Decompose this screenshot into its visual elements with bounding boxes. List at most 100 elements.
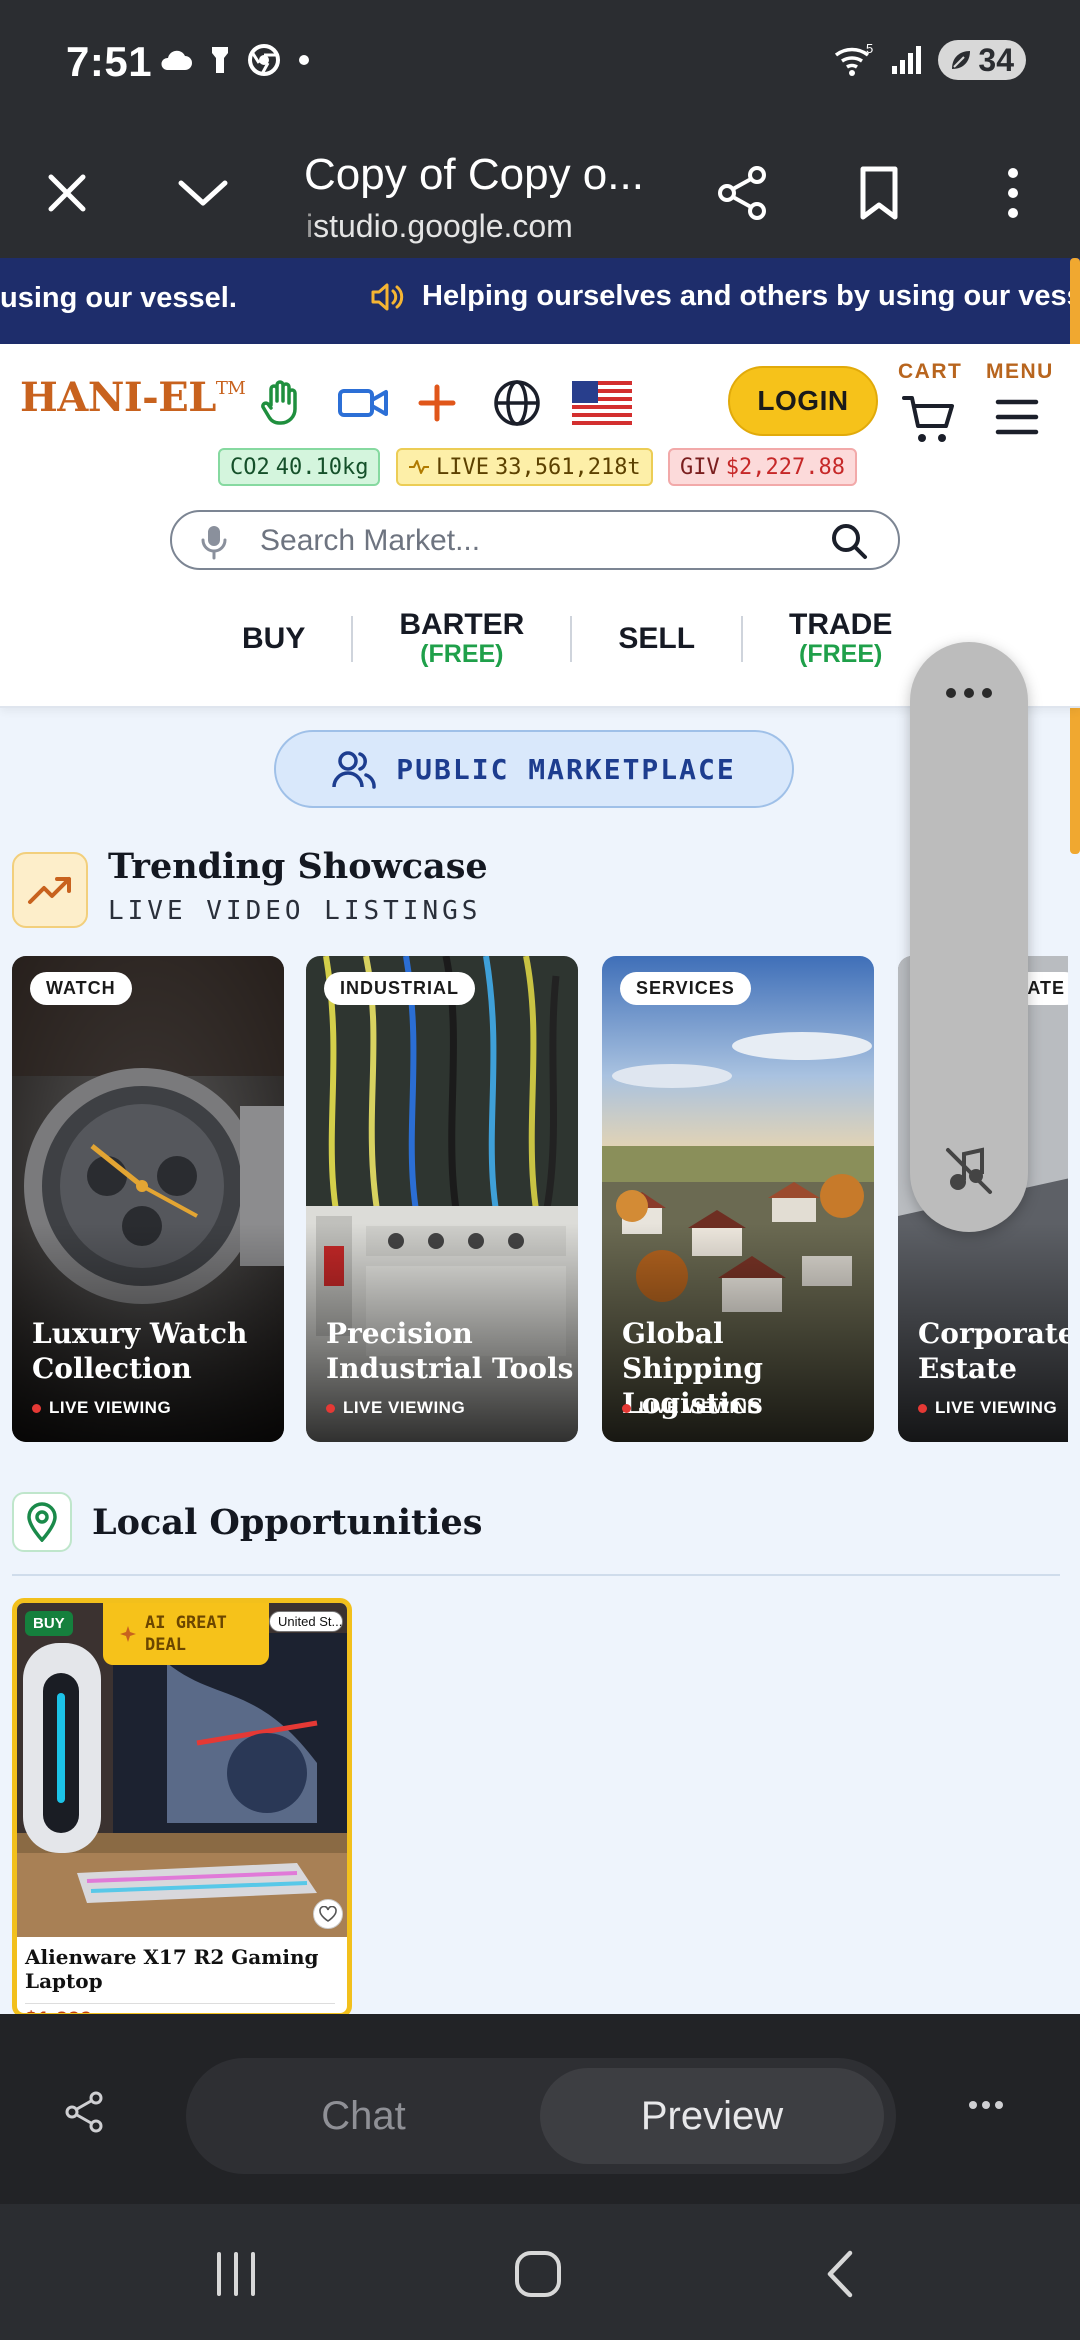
tab-buy[interactable]: BUY [196, 624, 351, 654]
chat-tab[interactable]: Chat [186, 2058, 541, 2174]
battery-saver-icon [952, 51, 971, 69]
back-icon [827, 2250, 853, 2298]
public-marketplace-label: PUBLIC MARKETPLACE [396, 752, 736, 786]
tab-free-note: (FREE) [420, 640, 504, 668]
chrome-icon [248, 44, 280, 76]
login-button[interactable]: LOGIN [728, 366, 878, 436]
more-horiz-icon[interactable] [944, 686, 994, 700]
showcase-card[interactable]: INDUSTRIAL Precision Industrial Tools LI… [306, 956, 578, 1442]
search-bar [170, 510, 900, 570]
view-toggle: Chat Preview [186, 2058, 896, 2174]
brand-logo[interactable]: HANI-ELTM [20, 374, 246, 421]
preview-tab[interactable]: Preview [540, 2068, 884, 2164]
search-icon[interactable] [830, 522, 868, 560]
minimize-button[interactable] [160, 150, 246, 236]
showcase-card[interactable]: WATCH Luxury Watch Collection LIVE VIEWI… [12, 956, 284, 1442]
hamburger-icon [995, 399, 1039, 435]
close-tab-button[interactable] [24, 150, 110, 236]
search-input[interactable] [260, 522, 780, 560]
logo-text: HANI-EL [20, 374, 216, 421]
card-live-text: LIVE VIEWING [49, 1398, 172, 1417]
more-horiz-icon[interactable] [968, 2100, 1004, 2110]
speaker-icon [371, 283, 404, 310]
live-value: 33,561,218t [494, 454, 641, 480]
back-button[interactable] [810, 2244, 870, 2304]
overflow-menu-button[interactable] [970, 150, 1056, 236]
live-dot-icon [918, 1403, 927, 1413]
cart-label: CART [898, 360, 963, 383]
home-button[interactable] [508, 2244, 568, 2304]
favorite-button[interactable] [313, 1899, 343, 1929]
video-button[interactable] [334, 374, 392, 432]
music-off-icon[interactable] [944, 1146, 994, 1196]
card-live-status: LIVE VIEWING [326, 1398, 465, 1418]
tab-label: BUY [242, 622, 306, 655]
local-title: Local Opportunities [92, 1502, 483, 1543]
notification-dot-icon [299, 55, 309, 65]
giv-value: $2,227.88 [725, 454, 845, 480]
video-camera-icon [338, 389, 388, 417]
showcase-card[interactable]: SERVICES Global Shipping Logistics LIVE … [602, 956, 874, 1442]
card-title: Precision Industrial Tools [326, 1317, 574, 1385]
public-marketplace-button[interactable]: PUBLIC MARKETPLACE [274, 730, 794, 808]
browser-toolbar: Copy of Copy o... istudio.google.com [0, 128, 1080, 258]
live-dot-icon [622, 1403, 631, 1413]
ticker-text-left: using our vessel. [0, 282, 237, 314]
site-header: HANI-ELTM LOGIN CART MENU CO2 40.10kg LIV… [0, 344, 1080, 708]
live-label: LIVE [436, 454, 489, 480]
chevron-down-icon [178, 180, 228, 206]
deal-label: AI GREAT DEAL [145, 1613, 227, 1655]
co2-label: CO2 [230, 454, 270, 480]
wifi-tag: 5 [866, 43, 873, 56]
plus-icon [418, 384, 456, 422]
floating-media-panel[interactable] [910, 642, 1028, 1232]
map-pin-icon [27, 1502, 57, 1542]
co2-value: 40.10kg [275, 454, 369, 480]
tab-barter[interactable]: BARTER (FREE) [353, 610, 570, 669]
language-flag-button[interactable] [570, 374, 634, 432]
battery-level: 34 [978, 41, 1014, 78]
share-icon [718, 166, 766, 220]
recents-icon [217, 2252, 255, 2296]
card-title: Luxury Watch Collection [32, 1317, 248, 1385]
status-time: 7:51 [66, 38, 153, 85]
co2-badge: CO2 40.10kg [218, 448, 381, 486]
trending-badge [12, 852, 88, 928]
listing-type-tag: BUY [25, 1611, 73, 1636]
microphone-icon[interactable] [200, 524, 228, 560]
add-button[interactable] [408, 374, 466, 432]
announcement-ticker: using our vessel. Helping ourselves and … [0, 258, 1080, 344]
tab-sell[interactable]: SELL [572, 624, 741, 654]
trending-up-icon [28, 877, 71, 904]
card-title: Corporate Estate [918, 1317, 1068, 1385]
live-dot-icon [326, 1403, 335, 1413]
trending-title: Trending Showcase [108, 846, 488, 887]
bookmark-button[interactable] [836, 150, 922, 236]
hand-button[interactable] [252, 374, 310, 432]
tab-trade[interactable]: TRADE (FREE) [743, 608, 938, 669]
close-icon [48, 174, 86, 212]
cloud-icon [161, 50, 192, 70]
battery-indicator: 34 [938, 40, 1026, 80]
pulse-icon [409, 460, 429, 474]
giv-label: GIV [680, 454, 720, 480]
tab-free-note: (FREE) [799, 640, 883, 668]
logo-trademark: TM [215, 378, 246, 399]
tab-label: TRADE [789, 608, 893, 641]
share-button[interactable] [700, 150, 786, 236]
section-divider [12, 1574, 1060, 1576]
flashlight-icon [212, 47, 228, 73]
tab-label: SELL [618, 622, 696, 655]
recents-button[interactable] [206, 2244, 266, 2304]
page-title: Copy of Copy o... [304, 150, 644, 199]
menu-button[interactable] [994, 394, 1040, 440]
cart-button[interactable] [900, 392, 960, 446]
location-badge [12, 1492, 72, 1552]
cart-icon [902, 396, 954, 442]
globe-button[interactable] [488, 374, 546, 432]
share-icon[interactable] [62, 2090, 106, 2134]
page-url: istudio.google.com [306, 208, 573, 245]
card-live-text: LIVE VIEWING [935, 1398, 1058, 1417]
product-card[interactable]: BUY AI GREAT DEAL United St... Alienware… [12, 1598, 352, 2018]
card-live-status: LIVE VIEWING [622, 1398, 761, 1418]
